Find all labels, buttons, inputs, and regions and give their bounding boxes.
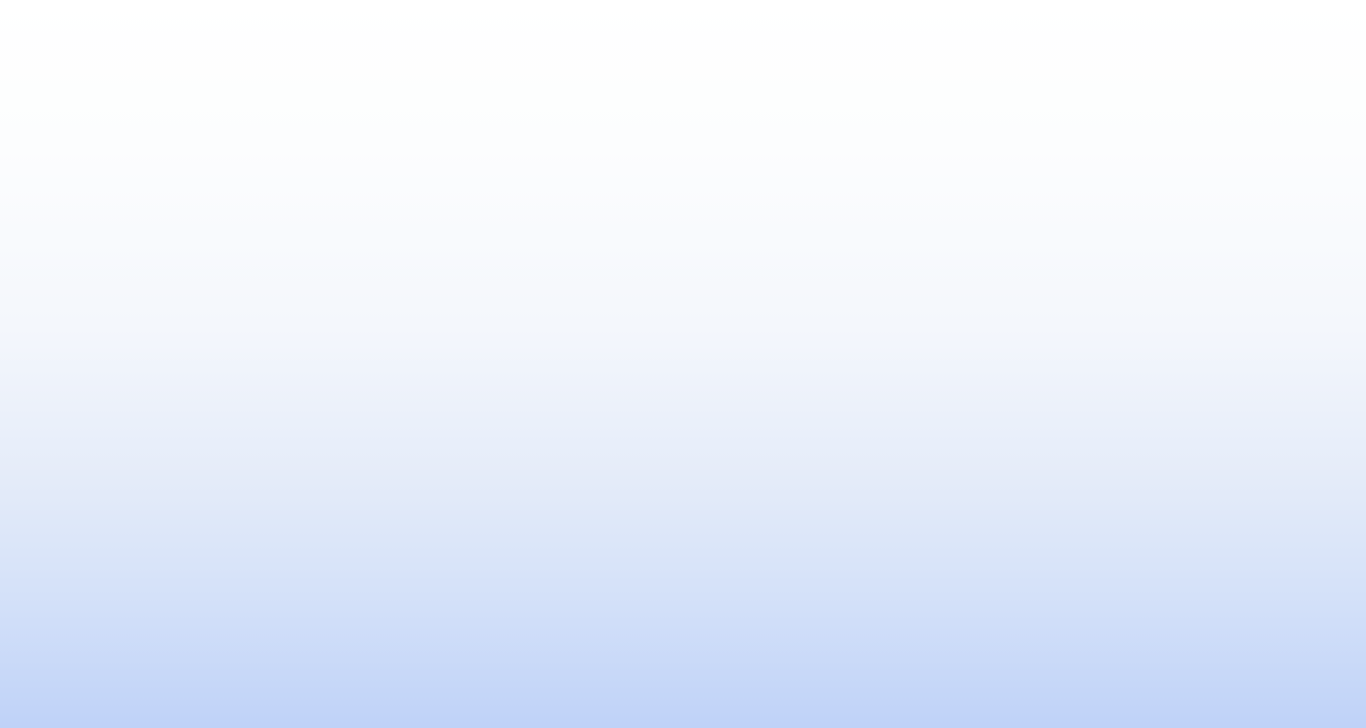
blank-gradient-page [0, 0, 1366, 728]
